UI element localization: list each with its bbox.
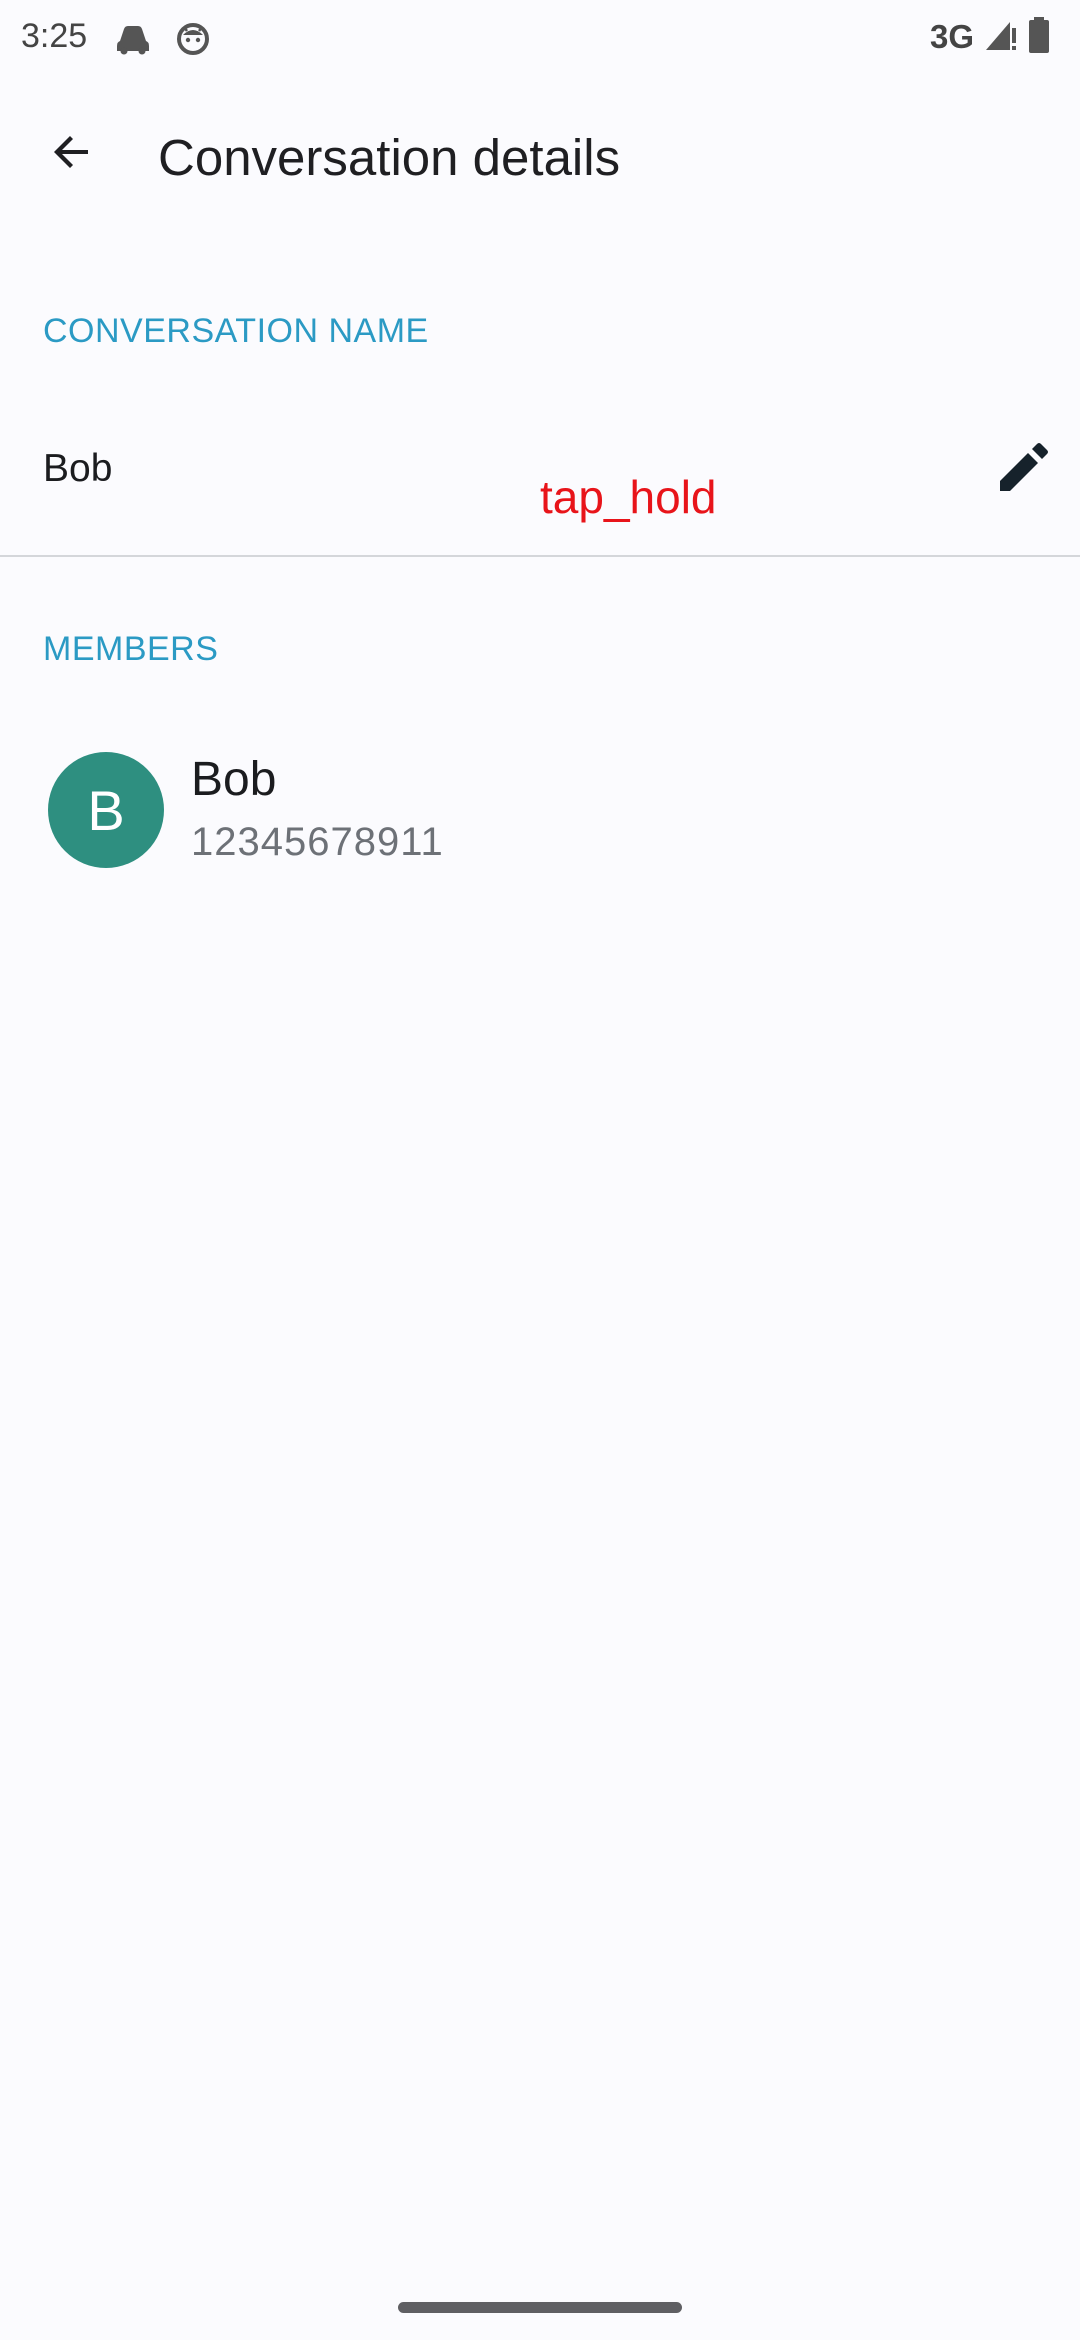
pencil-icon — [996, 441, 1050, 500]
page-title: Conversation details — [158, 129, 621, 186]
avatar: B — [48, 752, 164, 868]
car-icon — [114, 21, 150, 55]
members-header: MEMBERS — [43, 630, 219, 668]
status-time: 3:25 — [21, 17, 88, 55]
member-phone: 12345678911 — [191, 820, 444, 864]
edit-name-button[interactable] — [988, 435, 1058, 505]
conversation-name-value: Bob — [43, 447, 113, 490]
conversation-name-header: CONVERSATION NAME — [43, 312, 429, 350]
status-right-group: 3G — [929, 16, 1050, 58]
avatar-initial: B — [87, 778, 125, 842]
member-name: Bob — [191, 753, 277, 806]
member-list-item[interactable]: B Bob 12345678911 — [0, 730, 1080, 890]
back-button[interactable] — [30, 112, 114, 196]
battery-icon — [1028, 16, 1050, 58]
screen: 3:25 3G Conversation details CONVERSATIO… — [0, 0, 1080, 2340]
arrow-back-icon — [48, 128, 96, 181]
status-bar: 3:25 3G — [0, 0, 1080, 75]
network-type: 3G — [929, 18, 974, 55]
gesture-annotation-label: tap_hold — [540, 471, 717, 523]
app-bar: Conversation details — [0, 90, 1080, 230]
gesture-nav-bar[interactable] — [398, 2302, 682, 2313]
signal-icon — [984, 18, 1018, 57]
android-face-icon — [175, 21, 211, 55]
